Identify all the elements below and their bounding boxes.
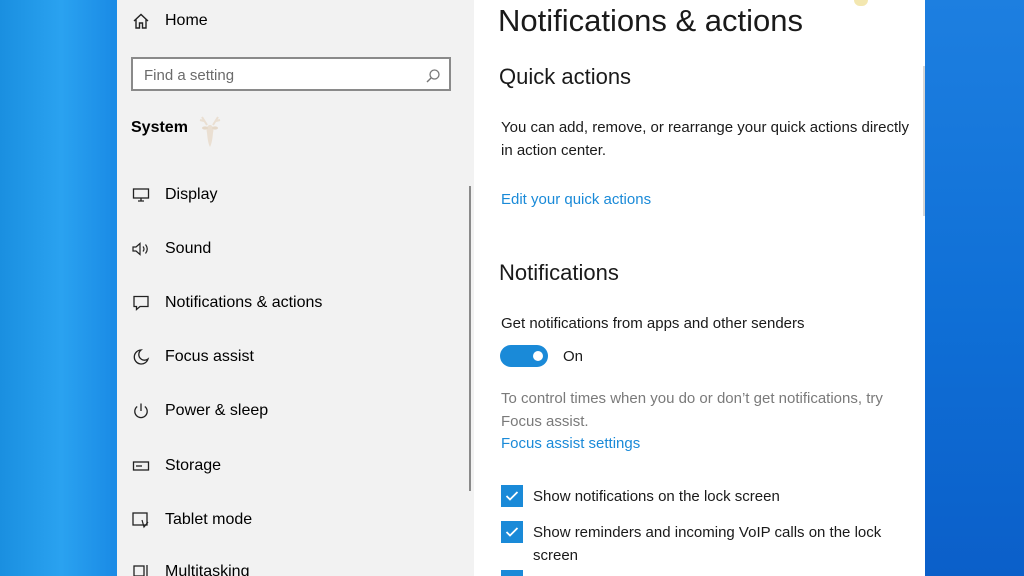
- lock-screen-notifications-checkbox[interactable]: Show notifications on the lock screen: [501, 485, 903, 508]
- checkbox-checked[interactable]: [501, 570, 523, 576]
- speaker-icon: [131, 239, 151, 259]
- sidebar-item-label: Tablet mode: [165, 511, 253, 528]
- sidebar-item-label: Display: [165, 186, 218, 203]
- sidebar-item-label: Focus assist: [165, 348, 254, 365]
- notifications-heading: Notifications: [499, 260, 619, 285]
- sidebar-item-notifications[interactable]: Notifications & actions: [131, 293, 322, 313]
- search-placeholder: Find a setting: [144, 67, 235, 84]
- message-icon: [131, 293, 151, 313]
- sidebar-item-sound[interactable]: Sound: [131, 239, 211, 259]
- multitasking-icon: [131, 562, 151, 576]
- main-content: Notifications & actions Quick actions Yo…: [474, 0, 925, 576]
- checkbox-label: Show notifications on the lock screen: [533, 488, 780, 505]
- sidebar-item-home[interactable]: Home: [131, 11, 208, 31]
- home-icon: [131, 11, 151, 31]
- moon-icon: [131, 347, 151, 367]
- sidebar-item-display[interactable]: Display: [131, 185, 217, 205]
- page-title: Notifications & actions: [498, 3, 803, 38]
- checkbox-checked[interactable]: [501, 485, 523, 507]
- sidebar-item-multitasking[interactable]: Multitasking: [131, 562, 249, 576]
- sidebar-item-power-sleep[interactable]: Power & sleep: [131, 401, 268, 421]
- sidebar: Home Find a setting System Display Sound…: [117, 0, 474, 576]
- sidebar-scrollbar[interactable]: [469, 186, 471, 491]
- home-label: Home: [165, 12, 208, 29]
- notifications-toggle-caption: Get notifications from apps and other se…: [501, 315, 805, 332]
- sidebar-item-label: Sound: [165, 240, 212, 257]
- sidebar-item-label: Power & sleep: [165, 402, 269, 419]
- search-input[interactable]: Find a setting: [131, 57, 451, 91]
- toggle-knob: [533, 351, 543, 361]
- edit-quick-actions-link[interactable]: Edit your quick actions: [501, 191, 651, 208]
- reminders-voip-checkbox[interactable]: Show reminders and incoming VoIP calls o…: [501, 521, 903, 567]
- desktop-background: [925, 0, 1024, 576]
- sidebar-item-storage[interactable]: Storage: [131, 456, 221, 476]
- section-title: System: [131, 119, 188, 136]
- sidebar-item-label: Multitasking: [165, 563, 250, 576]
- partial-checkbox[interactable]: [501, 570, 533, 576]
- search-icon: [425, 68, 441, 89]
- content-scrollbar[interactable]: [923, 66, 925, 216]
- deer-icon: [195, 111, 225, 156]
- checkbox-checked[interactable]: [501, 521, 523, 543]
- sidebar-item-tablet-mode[interactable]: Tablet mode: [131, 510, 252, 530]
- focus-assist-settings-link[interactable]: Focus assist settings: [501, 435, 640, 452]
- toggle-state-label: On: [563, 348, 584, 365]
- notifications-toggle[interactable]: [500, 345, 548, 367]
- sidebar-item-label: Storage: [165, 457, 222, 474]
- focus-assist-text: To control times when you do or don’t ge…: [501, 390, 883, 430]
- settings-window: Home Find a setting System Display Sound…: [117, 0, 925, 576]
- quick-actions-heading: Quick actions: [499, 64, 632, 89]
- decoration: [854, 0, 868, 6]
- power-icon: [131, 401, 151, 421]
- quick-actions-description: You can add, remove, or rearrange your q…: [501, 119, 909, 159]
- sidebar-item-label: Notifications & actions: [165, 294, 323, 311]
- sidebar-item-focus-assist[interactable]: Focus assist: [131, 347, 254, 367]
- checkbox-label: Show reminders and incoming VoIP calls o…: [533, 524, 882, 564]
- display-icon: [131, 185, 151, 205]
- storage-icon: [131, 456, 151, 476]
- tablet-icon: [131, 510, 151, 530]
